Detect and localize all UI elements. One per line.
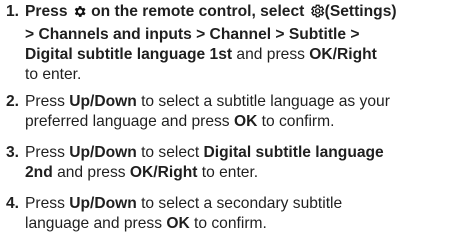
text-run: (Settings) <box>324 3 397 20</box>
text-run: OK <box>166 215 190 232</box>
text-run: to enter. <box>25 66 82 83</box>
text-run: Press <box>25 144 70 161</box>
step-line: Press on the remote control, select (Set… <box>25 2 465 25</box>
text-run: Press <box>25 195 70 212</box>
step-text: Press on the remote control, select (Set… <box>25 2 465 85</box>
step-text: Press Up/Down to select Digital subtitle… <box>25 143 465 183</box>
text-run: Up/Down <box>69 93 137 110</box>
text-run: OK/Right <box>309 46 377 63</box>
text-run: Up/Down <box>69 144 137 161</box>
text-run: Digital subtitle language <box>203 144 384 161</box>
text-run: 2nd <box>25 164 53 181</box>
text-run: Press <box>25 3 72 20</box>
text-run: to confirm. <box>257 113 335 130</box>
step-line: preferred language and press OK to confi… <box>25 112 465 132</box>
step-line: Press Up/Down to select a secondary subt… <box>25 194 465 214</box>
text-run: preferred language and press <box>25 113 234 130</box>
text-run: Digital subtitle language 1st <box>25 46 233 63</box>
text-run: and press <box>232 46 310 63</box>
step-line: Press Up/Down to select a subtitle langu… <box>25 92 465 112</box>
text-run: OK <box>233 113 258 130</box>
text-run: on the remote control, select <box>86 3 309 20</box>
step-text: Press Up/Down to select a subtitle langu… <box>25 92 465 132</box>
step-line: to enter. <box>25 65 465 85</box>
text-run: Up/Down <box>69 195 137 212</box>
text-run: language and press <box>25 215 167 232</box>
step-number: 1. <box>6 3 20 20</box>
settings-icon <box>309 3 325 25</box>
text-run: to select a secondary subtitle <box>136 195 343 212</box>
text-run: to confirm. <box>189 215 267 232</box>
step-line: language and press OK to confirm. <box>25 214 465 234</box>
step-line: Press Up/Down to select Digital subtitle… <box>25 143 465 163</box>
text-run: OK/Right <box>129 164 198 181</box>
text-run: and press <box>52 164 130 181</box>
step-line: Digital subtitle language 1st and press … <box>25 45 465 65</box>
text-run: to select <box>136 144 204 161</box>
step-text: Press Up/Down to select a secondary subt… <box>25 194 465 234</box>
step-number: 4. <box>6 195 20 212</box>
text-run: to enter. <box>197 164 259 181</box>
text-run: > Channels and inputs > Channel > Subtit… <box>25 26 360 43</box>
text-run: to select a subtitle language as your <box>136 93 390 110</box>
step-number: 2. <box>6 93 20 110</box>
step-line: 2nd and press OK/Right to enter. <box>25 163 465 183</box>
step-number: 3. <box>6 144 20 161</box>
gear-icon <box>72 4 87 25</box>
text-run: Press <box>25 93 70 110</box>
step-line: > Channels and inputs > Channel > Subtit… <box>25 25 465 45</box>
